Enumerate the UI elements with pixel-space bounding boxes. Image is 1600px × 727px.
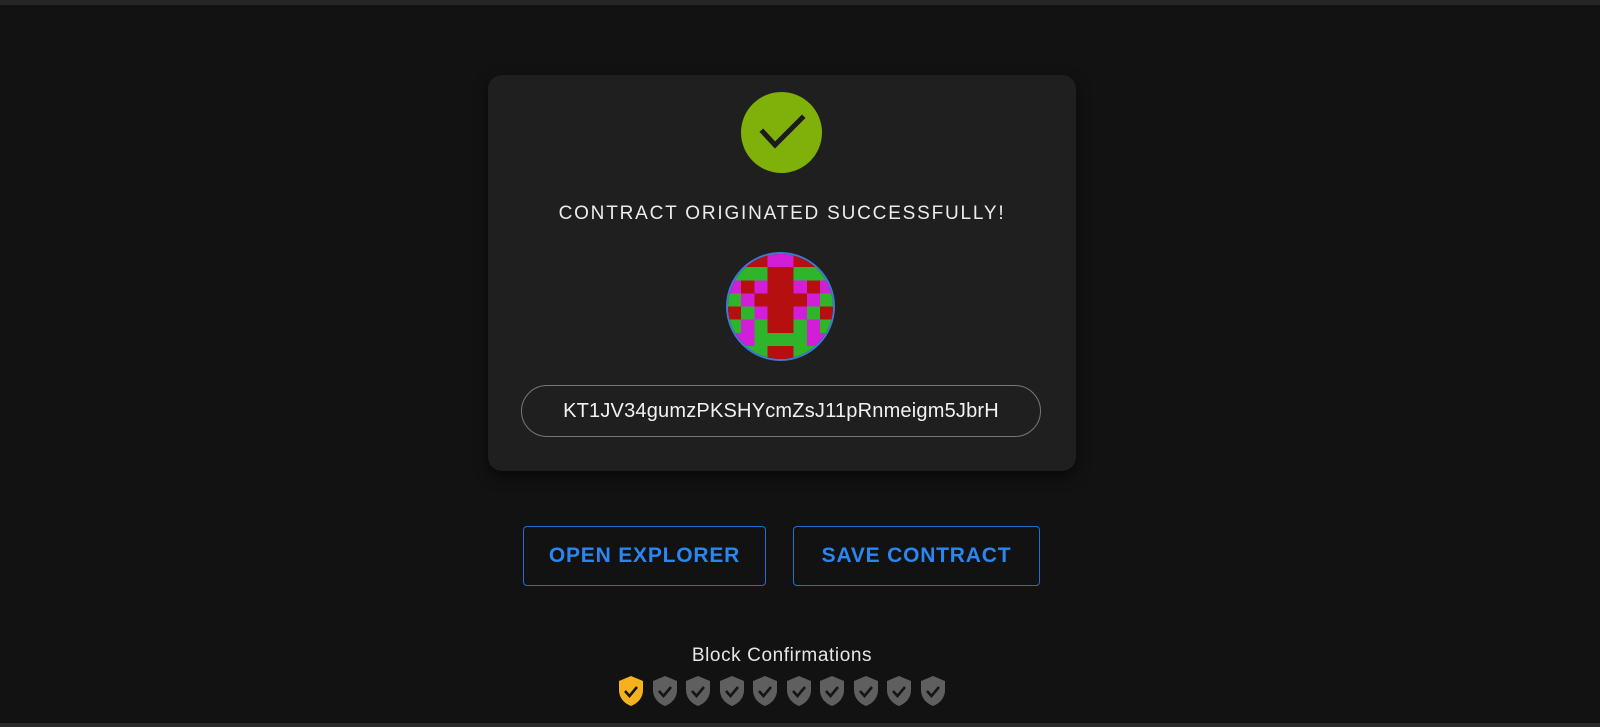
- shield-check-icon-pending: [785, 675, 813, 707]
- success-check-icon: [741, 92, 822, 173]
- block-confirmations-label: Block Confirmations: [691, 645, 873, 666]
- shield-check-icon-pending: [852, 675, 880, 707]
- save-contract-button[interactable]: SAVE CONTRACT: [793, 526, 1040, 586]
- shield-check-icon-pending: [751, 675, 779, 707]
- contract-address[interactable]: KT1JV34gumzPKSHYcmZsJ11pRnmeigm5JbrH: [521, 385, 1041, 437]
- open-explorer-button[interactable]: OPEN EXPLORER: [523, 526, 766, 586]
- bottom-bar: [0, 723, 1600, 727]
- shield-check-icon-confirmed: [617, 675, 645, 707]
- shield-check-icon-pending: [919, 675, 947, 707]
- shield-check-icon-pending: [651, 675, 679, 707]
- status-title: CONTRACT ORIGINATED SUCCESSFULLY!: [558, 203, 1006, 224]
- contract-identicon: [726, 252, 835, 361]
- shield-check-icon-pending: [818, 675, 846, 707]
- shield-check-icon-pending: [885, 675, 913, 707]
- shield-check-icon-pending: [684, 675, 712, 707]
- shield-check-icon-pending: [718, 675, 746, 707]
- top-bar: [0, 0, 1600, 5]
